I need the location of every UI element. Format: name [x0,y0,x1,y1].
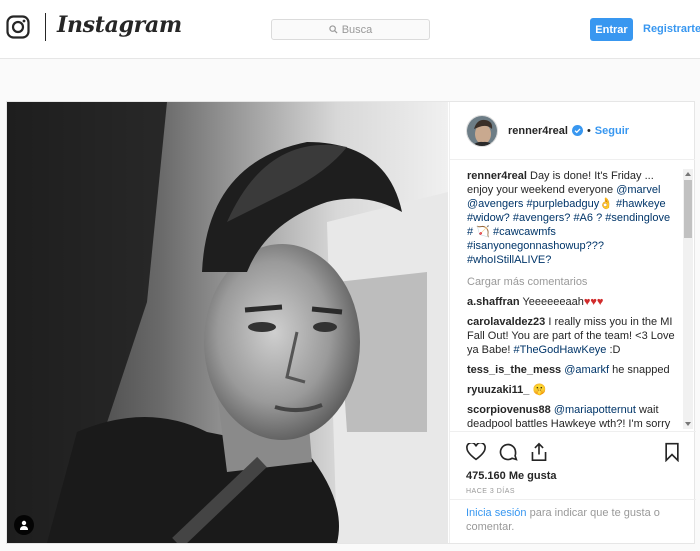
scroll-thumb[interactable] [684,180,692,238]
bookmark-icon[interactable] [664,442,680,462]
comment-item: ryuuzaki11_ 🤫 [467,383,678,397]
share-icon[interactable] [530,442,548,462]
top-navigation-bar: Instagram Busca Entrar Registrarte [0,0,700,59]
comment-item: a.shaffran Yeeeeeeaah♥♥♥ [467,295,678,309]
hashtag-link[interactable]: #widow? [467,212,510,224]
register-link[interactable]: Registrarte [643,23,700,35]
login-prompt: Inicia sesión para indicar que te gusta … [450,499,696,543]
scroll-down-arrow-icon[interactable] [685,422,691,426]
hashtag-link[interactable]: # [467,226,473,238]
hashtag-link[interactable]: #cawcawmfs [493,226,556,238]
mention-link[interactable]: @avengers [467,198,523,210]
hashtag-link[interactable]: #isanyonegonnashowup??? [467,240,604,252]
logo-divider [45,13,46,41]
post-sidebar: renner4real • Seguir renner4real Day is … [449,102,696,543]
follow-button[interactable]: Seguir [595,125,629,137]
hashtag-link[interactable]: #purplebadguy [526,198,599,210]
mention-link[interactable]: @mariapotternut [554,404,636,416]
post-username[interactable]: renner4real [508,125,568,137]
comment-item: carolavaldez23 I really miss you in the … [467,315,678,357]
scroll-up-arrow-icon[interactable] [685,172,691,176]
comment-tail: :D [609,344,621,356]
search-icon [329,25,338,34]
instagram-wordmark[interactable]: Instagram [57,12,182,38]
login-button[interactable]: Entrar [590,18,633,41]
mention-link[interactable]: @amarkf [564,364,609,376]
verified-badge-icon [571,125,583,136]
comment-text: Yeeeeeeaah [522,296,584,308]
caption-username[interactable]: renner4real [467,170,527,182]
separator-dot: • [586,124,591,137]
comment-emoji: 🤫 [532,384,547,396]
emoji: 👌 [599,198,613,210]
comment-text: he snapped [612,364,670,376]
like-heart-icon[interactable] [466,443,486,461]
search-placeholder: Busca [341,23,373,36]
comment-username[interactable]: tess_is_the_mess [467,364,561,376]
hashtag-link[interactable]: #sendinglove [605,212,670,224]
comment-username[interactable]: ryuuzaki11_ [467,384,529,396]
mention-link[interactable]: @marvel [616,184,660,196]
comment-username[interactable]: carolavaldez23 [467,316,545,328]
action-icons-row [466,436,680,468]
hashtag-link[interactable]: #TheGodHawKeye [513,344,606,356]
comments-list: renner4real Day is done! It's Friday ...… [450,169,696,429]
comment-item: scorpiovenus88 @mariapotternut wait dead… [467,403,678,429]
comment-username[interactable]: scorpiovenus88 [467,404,551,416]
post-card: renner4real • Seguir renner4real Day is … [6,101,696,544]
hashtag-link[interactable]: #whoIStillALIVE? [467,254,551,266]
caption: renner4real Day is done! It's Friday ...… [467,169,678,267]
emoji: 🏹 [476,226,490,238]
login-link[interactable]: Inicia sesión [466,507,527,519]
user-tag-icon[interactable] [14,515,34,535]
avatar[interactable] [466,114,498,147]
hashtag-link[interactable]: #A6 ? [573,212,602,224]
post-photo[interactable] [7,102,448,543]
load-more-comments[interactable]: Cargar más comentarios [467,275,678,289]
search-input[interactable]: Busca [271,19,430,40]
post-image [7,102,448,543]
instagram-glyph-icon[interactable] [6,15,30,39]
comment-item: tess_is_the_mess @amarkf he snapped [467,363,678,377]
comments-scrollbar[interactable] [683,169,693,429]
likes-count[interactable]: 475.160 Me gusta [466,470,680,482]
post-timestamp[interactable]: HACE 3 DÍAS [466,488,680,495]
hashtag-link[interactable]: #hawkeye [616,198,666,210]
hashtag-link[interactable]: #avengers? [513,212,571,224]
heart-emoji: ♥♥♥ [583,296,604,308]
comment-username[interactable]: a.shaffran [467,296,520,308]
post-header: renner4real • Seguir [450,102,695,160]
comment-bubble-icon[interactable] [498,442,518,462]
